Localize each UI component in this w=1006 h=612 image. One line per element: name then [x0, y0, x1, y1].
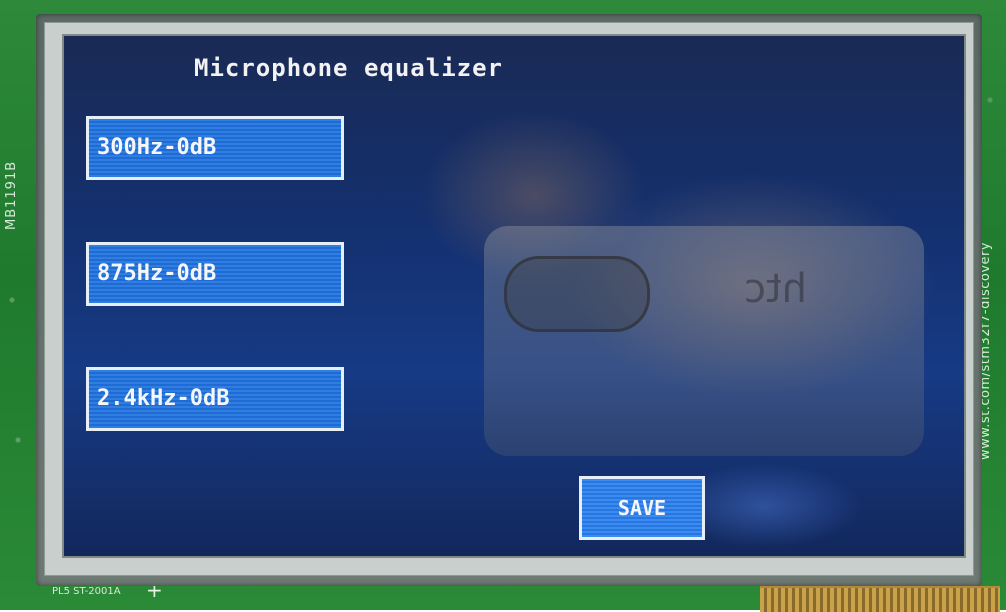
lcd-screen: htc Microphone equalizer 300Hz-0dB 875Hz… [62, 34, 966, 558]
eq-band-2400hz-button[interactable]: 2.4kHz-0dB [86, 367, 344, 431]
flex-connector [760, 586, 1000, 612]
page-title: Microphone equalizer [194, 54, 503, 82]
board-bottom-label: PL5 ST-2001A [52, 586, 121, 597]
eq-band-300hz-button[interactable]: 300Hz-0dB [86, 116, 344, 180]
phone-brand-reflection: htc [744, 266, 808, 312]
board-model-label: MB1191B [4, 160, 19, 230]
phone-camera-reflection [504, 256, 650, 332]
discovery-board: MB1191B www.st.com/stm32f7-discovery PL5… [0, 0, 1006, 612]
save-button[interactable]: SAVE [579, 476, 705, 540]
eq-band-875hz-button[interactable]: 875Hz-0dB [86, 242, 344, 306]
